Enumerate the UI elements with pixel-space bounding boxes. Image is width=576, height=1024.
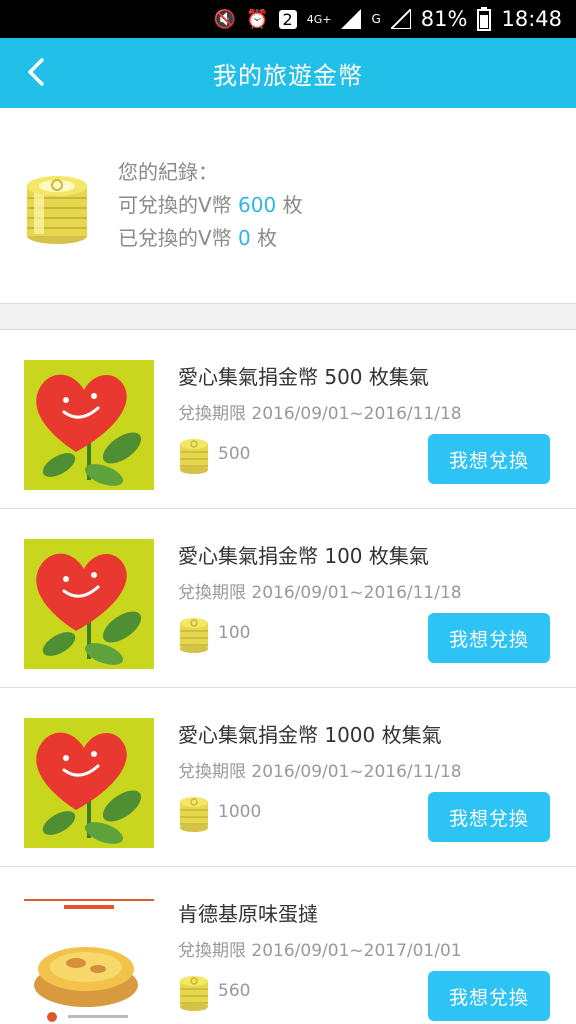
- coin-cost: 1000: [218, 802, 262, 822]
- record-summary: 您的紀錄： 可兌換的V幣 600 枚 已兌換的V幣 0 枚: [0, 108, 576, 304]
- egg-tart-thumbnail: [24, 897, 154, 1024]
- item-title: 愛心集氣捐金幣 1000 枚集氣: [178, 723, 442, 747]
- item-period: 兌換期限 2016/09/01~2017/01/01: [178, 941, 462, 961]
- coin-cost: 100: [218, 623, 251, 643]
- mute-icon: 🔇: [213, 8, 237, 30]
- list-item[interactable]: 愛心集氣捐金幣 100 枚集氣 兌換期限 2016/09/01~2016/11/…: [0, 509, 576, 688]
- network-type: 4G+: [306, 12, 332, 26]
- item-title: 愛心集氣捐金幣 500 枚集氣: [178, 365, 429, 389]
- redeemed-label: 已兌換的V幣: [118, 226, 232, 250]
- record-heading: 您的紀錄：: [118, 160, 218, 184]
- battery-percent: 81%: [420, 7, 468, 31]
- heart-thumbnail: [24, 539, 154, 669]
- item-period: 兌換期限 2016/09/01~2016/11/18: [178, 404, 462, 424]
- item-period: 兌換期限 2016/09/01~2016/11/18: [178, 762, 462, 782]
- battery-icon: [477, 7, 492, 31]
- coin-stack-icon: [27, 175, 87, 244]
- list-item[interactable]: 肯德基原味蛋撻 兌換期限 2016/09/01~2017/01/01 560 我…: [0, 867, 576, 1024]
- redeemed-unit: 枚: [257, 226, 278, 250]
- redeem-button[interactable]: 我想兌換: [428, 971, 550, 1021]
- page-title: 我的旅遊金幣: [213, 61, 363, 90]
- network-type-2: G: [371, 12, 381, 26]
- item-title: 愛心集氣捐金幣 100 枚集氣: [178, 544, 429, 568]
- reward-list: 愛心集氣捐金幣 500 枚集氣 兌換期限 2016/09/01~2016/11/…: [0, 330, 576, 1024]
- status-bar: 🔇 ⏰ 2 4G+ G 81% 18:48: [0, 0, 576, 38]
- list-item[interactable]: 愛心集氣捐金幣 1000 枚集氣 兌換期限 2016/09/01~2016/11…: [0, 688, 576, 867]
- available-unit: 枚: [282, 193, 303, 217]
- coin-cost: 560: [218, 981, 251, 1001]
- signal-icon: [341, 9, 362, 29]
- top-app-bar: 我的旅遊金幣: [0, 38, 576, 108]
- available-label: 可兌換的V幣: [118, 193, 232, 217]
- notification-area: [24, 6, 64, 32]
- available-coins-row: 可兌換的V幣 600 枚: [118, 189, 303, 222]
- coin-cost: 500: [218, 444, 251, 464]
- item-title: 肯德基原味蛋撻: [178, 902, 318, 926]
- redeem-button[interactable]: 我想兌換: [428, 434, 550, 484]
- coin-icon: [180, 618, 208, 653]
- redeem-button[interactable]: 我想兌換: [428, 792, 550, 842]
- alarm-icon: ⏰: [246, 8, 269, 30]
- chevron-left-icon: [28, 58, 44, 86]
- coin-icon: [180, 976, 208, 1011]
- coin-icon: [180, 797, 208, 832]
- back-button[interactable]: [14, 50, 58, 94]
- heart-thumbnail: [24, 360, 154, 490]
- redeemed-value: 0: [238, 226, 251, 250]
- clock: 18:48: [501, 7, 562, 31]
- sim-indicator: 2: [278, 9, 297, 29]
- signal-icon-2: [390, 9, 411, 29]
- coin-icon: [180, 439, 208, 474]
- item-period: 兌換期限 2016/09/01~2016/11/18: [178, 583, 462, 603]
- list-item[interactable]: 愛心集氣捐金幣 500 枚集氣 兌換期限 2016/09/01~2016/11/…: [0, 330, 576, 509]
- redeemed-coins-row: 已兌換的V幣 0 枚: [118, 222, 303, 255]
- heart-thumbnail: [24, 718, 154, 848]
- redeem-button[interactable]: 我想兌換: [428, 613, 550, 663]
- available-value: 600: [238, 193, 277, 217]
- section-divider: [0, 304, 576, 330]
